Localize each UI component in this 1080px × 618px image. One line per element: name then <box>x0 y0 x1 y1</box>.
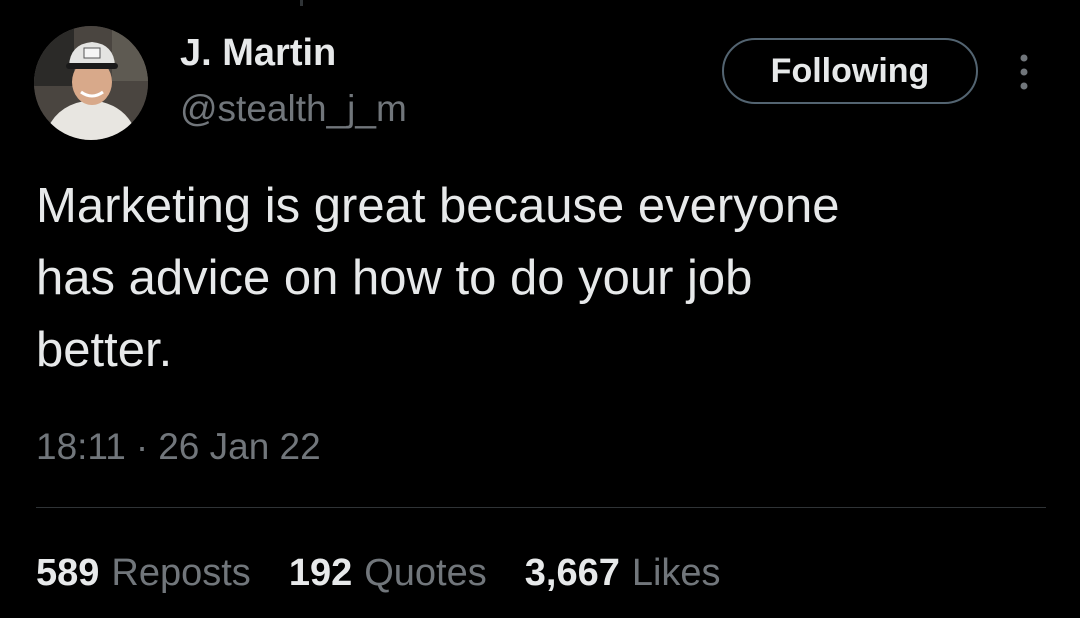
more-vertical-icon <box>1020 54 1028 90</box>
engagement-stats: 589 Reposts 192 Quotes 3,667 Likes <box>36 550 759 596</box>
avatar[interactable] <box>34 26 148 140</box>
reposts-label: Reposts <box>111 552 251 594</box>
avatar-image <box>34 26 148 140</box>
tweet-text-line: better. <box>36 323 173 377</box>
tweet-text: Marketing is great because everyone has … <box>36 170 1036 386</box>
quotes-count: 192 <box>288 552 353 594</box>
following-button[interactable]: Following <box>722 38 978 104</box>
tweet-text-line: has advice on how to do your job <box>36 251 753 305</box>
tweet-text-line: Marketing is great because everyone <box>36 179 840 233</box>
more-options-button[interactable] <box>1006 50 1042 94</box>
tweet-time[interactable]: 18:11 <box>36 426 126 467</box>
author-name[interactable]: J. Martin <box>180 30 336 76</box>
author-handle[interactable]: @stealth_j_m <box>180 86 407 132</box>
tweet-timestamp[interactable]: 18:11 · 26 Jan 22 <box>36 424 321 470</box>
reposts-stat[interactable]: 589 Reposts <box>36 550 251 596</box>
quotes-label: Quotes <box>364 552 487 594</box>
likes-stat[interactable]: 3,667 Likes <box>525 550 721 596</box>
quotes-stat[interactable]: 192 Quotes <box>289 550 487 596</box>
reposts-count: 589 <box>36 552 100 594</box>
meta-separator: · <box>135 426 149 467</box>
divider <box>36 507 1046 508</box>
top-divider-stub <box>300 0 303 6</box>
likes-count: 3,667 <box>524 552 620 594</box>
tweet-date[interactable]: 26 Jan 22 <box>158 426 321 467</box>
likes-label: Likes <box>631 552 721 594</box>
